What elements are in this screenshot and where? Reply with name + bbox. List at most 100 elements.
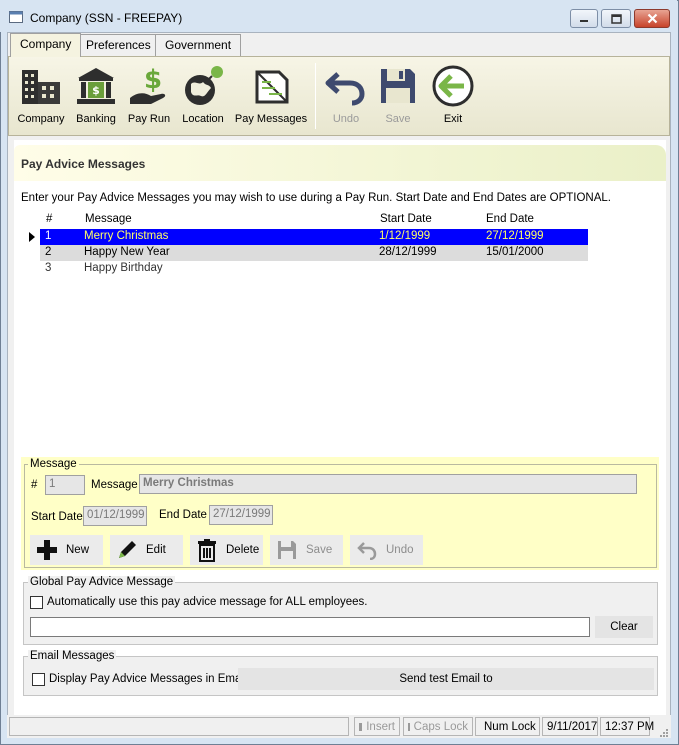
undo-message-button[interactable]: Undo [350, 535, 423, 565]
cell-message: Happy New Year [84, 246, 170, 258]
svg-text:$: $ [144, 65, 162, 95]
cell-end-date: 27/12/1999 [486, 230, 544, 242]
cell-num: 3 [45, 262, 52, 274]
undo-icon [323, 61, 369, 111]
caps-lock-label: Caps Lock [413, 720, 468, 733]
location-toolbar-button[interactable]: Location [175, 57, 231, 135]
bank-icon: $ [69, 61, 123, 111]
toolbar-label-pay-messages: Pay Messages [234, 113, 308, 125]
cell-message: Merry Christmas [84, 230, 169, 242]
undo-icon [354, 537, 380, 563]
cell-start-date: 1/12/1999 [379, 230, 431, 242]
tab-government[interactable]: Government [155, 34, 242, 56]
status-date: 9/11/2017 [542, 717, 598, 736]
close-button[interactable] [634, 9, 670, 28]
close-icon [647, 13, 657, 24]
pay-run-dollar-hand-icon: $ [123, 61, 175, 111]
toolbar-label-exit: Exit [443, 113, 463, 125]
edit-button[interactable]: Edit [110, 535, 183, 565]
plus-icon [34, 537, 60, 563]
toolbar-separator [315, 63, 316, 129]
global-auto-checkbox[interactable] [30, 596, 43, 609]
trash-icon [194, 537, 220, 563]
global-message-field[interactable] [30, 617, 590, 637]
email-messages-legend: Email Messages [28, 650, 117, 662]
clear-button[interactable]: Clear [595, 616, 653, 638]
globe-location-icon [175, 61, 231, 111]
new-button[interactable]: New [30, 535, 103, 565]
app-icon [9, 11, 23, 23]
save-disk-icon [375, 61, 421, 111]
insert-indicator-label: Insert [366, 720, 395, 733]
message-groupbox-legend: Message [28, 458, 79, 470]
toolbar-label-pay-run: Pay Run [127, 113, 171, 125]
table-row[interactable]: 3 Happy Birthday [40, 261, 588, 277]
end-date-field[interactable]: 27/12/1999 [209, 505, 273, 525]
status-panel-main [9, 717, 349, 736]
pay-run-toolbar-button[interactable]: $ Pay Run [123, 57, 175, 135]
table-row[interactable]: 1 Merry Christmas 1/12/1999 27/12/1999 [40, 229, 588, 245]
svg-text:$: $ [92, 84, 100, 97]
save-message-button[interactable]: Save [270, 535, 343, 565]
cell-end-date: 15/01/2000 [486, 246, 544, 258]
pay-messages-toolbar-button[interactable]: Pay Messages [231, 57, 311, 135]
toolbar-label-undo: Undo [332, 113, 360, 125]
maximize-icon [610, 13, 622, 24]
toolbar-label-save: Save [385, 113, 411, 125]
company-building-icon [11, 61, 71, 111]
save-toolbar-button[interactable]: Save [375, 57, 421, 135]
status-time: 12:37 PM [600, 717, 654, 736]
column-header-num[interactable]: # [46, 213, 52, 225]
caps-lock-indicator: Caps Lock [403, 717, 473, 736]
toolbar-label-location: Location [182, 113, 224, 125]
column-header-message[interactable]: Message [85, 213, 132, 225]
cell-num: 2 [45, 246, 52, 258]
undo-toolbar-button[interactable]: Undo [323, 57, 369, 135]
banking-toolbar-button[interactable]: $ Banking [69, 57, 123, 135]
window-title: Company (SSN - FREEPAY) [30, 11, 183, 25]
resize-grip-icon[interactable] [659, 727, 669, 741]
caps-lock-led-icon [408, 722, 410, 731]
current-row-indicator-icon [29, 232, 35, 242]
exit-toolbar-button[interactable]: Exit [429, 57, 477, 135]
cell-start-date: 28/12/1999 [379, 246, 437, 258]
delete-button[interactable]: Delete [190, 535, 263, 565]
pay-messages-icon [231, 61, 311, 111]
ribbon-toolbar: Company $ Banking $ Pay Run Location Pay… [8, 56, 670, 136]
end-date-label: End Date [159, 509, 207, 521]
send-test-email-button[interactable]: Send test Email to [238, 668, 654, 690]
company-toolbar-button[interactable]: Company [11, 57, 71, 135]
maximize-button[interactable] [601, 9, 631, 28]
cell-num: 1 [45, 230, 52, 242]
new-button-label: New [66, 544, 90, 556]
num-lock-label: Num Lock [484, 720, 536, 733]
email-display-checkbox-label: Display Pay Advice Messages in Email. [49, 673, 250, 685]
instructions-text: Enter your Pay Advice Messages you may w… [21, 192, 611, 204]
pencil-icon [114, 537, 140, 563]
undo-message-button-label: Undo [386, 544, 414, 556]
toolbar-label-banking: Banking [76, 113, 116, 125]
save-message-button-label: Save [306, 544, 333, 556]
minimize-icon [580, 19, 588, 22]
column-header-end-date[interactable]: End Date [486, 213, 534, 225]
column-header-start-date[interactable]: Start Date [380, 213, 432, 225]
tab-preferences[interactable]: Preferences [76, 34, 161, 56]
start-date-field[interactable]: 01/12/1999 [83, 506, 147, 526]
save-disk-icon [274, 537, 300, 563]
insert-led-icon [359, 722, 363, 731]
num-lock-indicator: Num Lock [475, 717, 540, 736]
delete-button-label: Delete [226, 544, 260, 556]
message-num-field[interactable]: 1 [45, 475, 85, 495]
email-display-checkbox[interactable] [32, 673, 45, 686]
insert-indicator: Insert [354, 717, 400, 736]
exit-arrow-icon [429, 61, 477, 111]
section-title: Pay Advice Messages [21, 157, 146, 171]
cell-message: Happy Birthday [84, 262, 163, 274]
table-row[interactable]: 2 Happy New Year 28/12/1999 15/01/2000 [40, 245, 588, 261]
global-auto-checkbox-label: Automatically use this pay advice messag… [47, 596, 368, 608]
tab-company[interactable]: Company [10, 33, 82, 57]
message-text-field[interactable]: Merry Christmas [139, 474, 637, 494]
message-text-label: Message [91, 479, 138, 491]
minimize-button[interactable] [570, 9, 598, 28]
global-message-legend: Global Pay Advice Message [28, 576, 176, 588]
